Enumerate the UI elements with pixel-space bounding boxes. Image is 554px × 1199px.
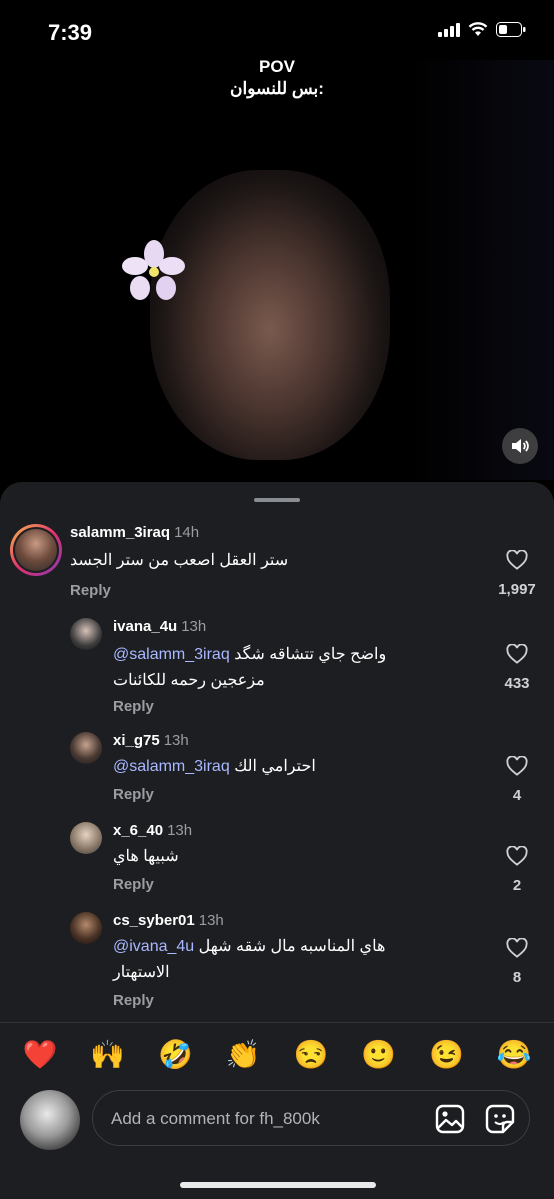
heart-icon <box>506 643 528 664</box>
image-icon[interactable] <box>435 1104 465 1134</box>
reply-button[interactable]: Reply <box>113 876 154 893</box>
comment-username[interactable]: x_6_40 13h <box>113 822 192 839</box>
avatar[interactable] <box>70 822 102 854</box>
comment-text: @salamm_3iraq احترامي الك <box>113 758 316 775</box>
comment-input[interactable] <box>109 1105 413 1133</box>
comment-composer <box>0 1086 554 1150</box>
comment-time: 13h <box>167 822 193 839</box>
comment-time: 13h <box>181 618 207 635</box>
reply-button[interactable]: Reply <box>113 698 154 715</box>
speaker-icon <box>512 439 529 453</box>
heart-icon <box>506 549 528 570</box>
reply-button[interactable]: Reply <box>113 992 154 1009</box>
mention-link[interactable]: @ivana_4u <box>113 938 194 955</box>
heart-icon <box>506 937 528 958</box>
comment-username[interactable]: cs_syber01 13h <box>113 912 224 929</box>
avatar[interactable] <box>70 618 102 650</box>
like-count: 433 <box>504 675 530 692</box>
home-indicator <box>180 1182 376 1188</box>
comment-text: @ivana_4u هاي المناسبه مال شقه شهل الاست… <box>113 938 386 981</box>
status-bar: 7:39 <box>0 0 554 60</box>
video-caption-overlay: POV بس للنسوان: <box>0 56 554 100</box>
reaction-joy[interactable]: 😂 <box>494 1038 534 1071</box>
flower-sticker <box>122 240 185 300</box>
reaction-clap[interactable]: 👏 <box>223 1038 263 1071</box>
heart-icon <box>506 755 528 776</box>
like-count: 1,997 <box>498 581 536 598</box>
quick-reactions: ❤️ 🙌 🤣 👏 😒 🙂 😉 😂 <box>0 1034 554 1074</box>
mute-button[interactable] <box>502 428 538 464</box>
mention-link[interactable]: @salamm_3iraq <box>113 646 230 663</box>
battery-icon <box>496 22 526 37</box>
current-user-avatar <box>20 1090 80 1150</box>
comment-username[interactable]: ivana_4u 13h <box>113 618 206 635</box>
like-button[interactable]: 8 <box>492 937 542 986</box>
comments-sheet: salamm_3iraq 14h ستر العقل اصعب من ستر ال… <box>0 482 554 1199</box>
comment-username[interactable]: salamm_3iraq 14h <box>70 524 199 541</box>
like-button[interactable]: 433 <box>492 643 542 692</box>
reaction-wink[interactable]: 😉 <box>426 1038 466 1071</box>
comment-username[interactable]: xi_g75 13h <box>113 732 189 749</box>
reaction-raised-hands[interactable]: 🙌 <box>88 1038 128 1071</box>
like-count: 2 <box>512 877 522 894</box>
comment-time: 13h <box>163 732 189 749</box>
reply-button[interactable]: Reply <box>70 582 111 599</box>
like-button[interactable]: 1,997 <box>492 549 542 598</box>
signal-icon <box>438 22 460 37</box>
comment-time: 13h <box>198 912 224 929</box>
heart-icon <box>506 845 528 866</box>
comment-text: ستر العقل اصعب من ستر الجسد <box>70 552 289 569</box>
comment-text: شبيها هاي <box>113 848 179 865</box>
drag-handle[interactable] <box>254 498 300 502</box>
reaction-heart[interactable]: ❤️ <box>20 1038 60 1071</box>
video-subject <box>150 170 390 460</box>
reaction-rofl[interactable]: 🤣 <box>155 1038 195 1071</box>
comment-text: @salamm_3iraq واضح جاي تتشاقه شگد مزعجين… <box>113 646 387 689</box>
avatar[interactable] <box>10 524 62 576</box>
reaction-unamused[interactable]: 😒 <box>291 1038 331 1071</box>
sticker-icon[interactable] <box>485 1104 515 1134</box>
reply-button[interactable]: Reply <box>113 786 154 803</box>
status-time: 7:39 <box>48 20 93 45</box>
overlay-line-2: بس للنسوان: <box>230 79 324 98</box>
like-count: 4 <box>512 787 522 804</box>
comment-time: 14h <box>174 524 200 541</box>
like-button[interactable]: 4 <box>492 755 542 804</box>
mention-link[interactable]: @salamm_3iraq <box>113 758 230 775</box>
avatar[interactable] <box>70 732 102 764</box>
reaction-smile[interactable]: 🙂 <box>359 1038 399 1071</box>
wifi-icon <box>468 22 488 36</box>
like-button[interactable]: 2 <box>492 845 542 894</box>
like-count: 8 <box>512 969 522 986</box>
comment-input-box[interactable] <box>92 1090 530 1146</box>
divider <box>0 1022 554 1023</box>
avatar[interactable] <box>70 912 102 944</box>
